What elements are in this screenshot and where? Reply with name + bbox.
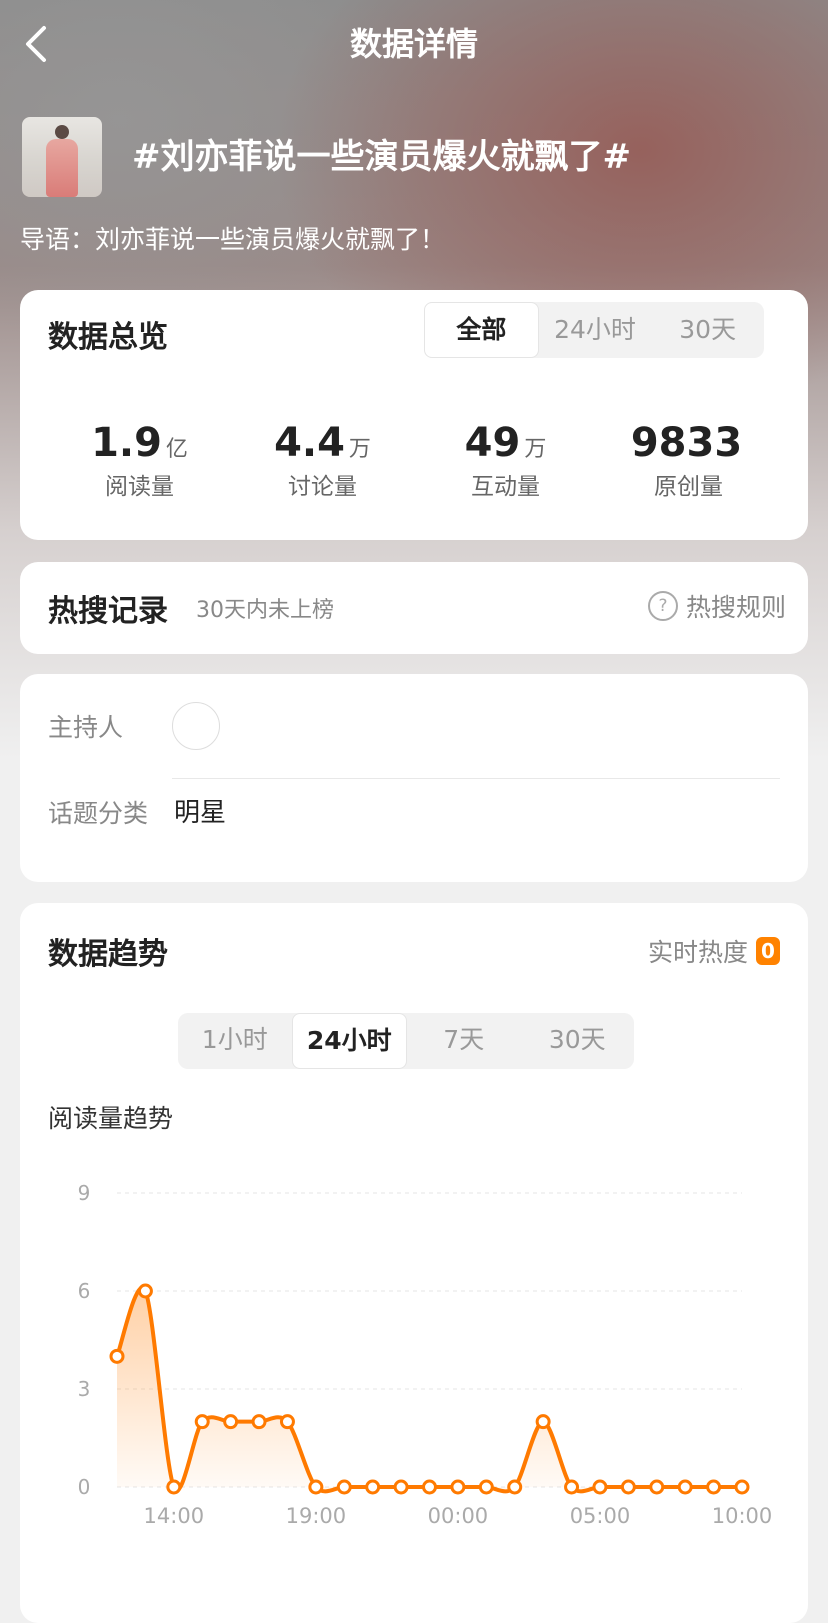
y-tick-label: 9	[78, 1181, 91, 1205]
data-overview-card: 数据总览 全部 24小时 30天 1.9 亿 阅读量 4.4 万 讨论量 49 万 互…	[20, 290, 808, 540]
x-tick-label: 14:00	[144, 1504, 205, 1528]
y-tick-label: 6	[78, 1279, 91, 1303]
tab-7d[interactable]: 7天	[407, 1013, 521, 1069]
data-point	[166, 1479, 182, 1495]
hot-search-card: 热搜记录 30天内未上榜 ? 热搜规则	[20, 562, 808, 654]
topic-thumbnail[interactable]	[22, 117, 102, 197]
data-point	[649, 1479, 665, 1495]
tab-24h[interactable]: 24小时	[291, 1013, 407, 1069]
data-point	[734, 1479, 750, 1495]
page-title: 数据详情	[349, 25, 478, 63]
data-point	[450, 1479, 466, 1495]
data-point	[706, 1479, 722, 1495]
question-circle-icon: ?	[647, 591, 678, 621]
stat-unit: 亿	[165, 437, 188, 462]
data-point	[620, 1479, 636, 1495]
chart-title: 阅读量趋势	[48, 1104, 174, 1133]
category-label: 话题分类	[48, 799, 149, 828]
data-trend-card: 数据趋势 实时热度 0 1小时 24小时 7天 30天 阅读量趋势 0 3 6 9 14…	[20, 903, 808, 1623]
topic-title: #刘亦菲说一些演员爆火就飘了#	[132, 137, 631, 177]
topic-header: #刘亦菲说一些演员爆火就飘了#	[22, 117, 812, 197]
x-tick-label: 10:00	[712, 1504, 773, 1528]
data-point	[592, 1479, 608, 1495]
data-point	[336, 1479, 352, 1495]
hot-search-title: 热搜记录	[48, 594, 168, 629]
thumbnail-figure-head	[55, 125, 69, 139]
read-trend-chart: 0 3 6 9 14:00 19:00 00:00 05:00 10:00	[78, 1181, 773, 1528]
y-tick-label: 0	[78, 1475, 91, 1499]
overview-range-tabs: 全部 24小时 30天	[424, 302, 764, 358]
trend-range-tabs: 1小时 24小时 7天 30天	[178, 1013, 634, 1069]
data-point	[422, 1479, 437, 1495]
heat-value-badge: 0	[756, 937, 780, 965]
x-tick-label: 00:00	[428, 1504, 489, 1528]
overview-title: 数据总览	[48, 320, 168, 355]
tab-30d[interactable]: 30天	[651, 302, 764, 358]
hot-search-rules-link[interactable]: ? 热搜规则	[647, 588, 786, 624]
data-point	[223, 1414, 239, 1430]
stat-discussions: 4.4 万 讨论量	[231, 420, 414, 510]
heat-label: 实时热度	[647, 938, 748, 967]
data-point	[308, 1479, 324, 1495]
stat-value: 9833	[630, 420, 743, 466]
data-point	[564, 1479, 580, 1495]
stat-unit: 万	[348, 437, 371, 462]
hot-search-status: 30天内未上榜	[196, 598, 334, 623]
y-tick-label: 3	[78, 1377, 91, 1401]
topic-info-card: 主持人 话题分类 明星	[20, 674, 808, 882]
stat-original: 9833 原创量	[597, 420, 780, 510]
data-point	[109, 1348, 125, 1364]
data-point	[251, 1414, 267, 1430]
stat-label: 阅读量	[105, 474, 174, 500]
data-point	[365, 1479, 381, 1495]
host-label: 主持人	[48, 713, 124, 742]
stat-value: 49	[464, 420, 521, 466]
hot-search-rules-label: 热搜规则	[685, 593, 786, 622]
data-point	[279, 1414, 295, 1430]
category-value: 明星	[174, 798, 227, 828]
thumbnail-figure-dress	[46, 139, 78, 197]
trend-title: 数据趋势	[48, 937, 168, 972]
stat-value: 4.4	[274, 420, 345, 466]
stat-unit: 万	[524, 437, 547, 462]
overview-stats: 1.9 亿 阅读量 4.4 万 讨论量 49 万 互动量 9833 原创量	[48, 420, 780, 510]
tab-all[interactable]: 全部	[424, 302, 539, 358]
data-point	[137, 1283, 153, 1299]
data-point	[677, 1479, 693, 1495]
stat-reads: 1.9 亿 阅读量	[48, 420, 231, 510]
stat-label: 原创量	[654, 474, 723, 500]
stat-value: 1.9	[91, 420, 162, 466]
top-navigation-bar: 数据详情	[0, 0, 828, 88]
data-point	[478, 1479, 494, 1495]
x-tick-label: 05:00	[570, 1504, 631, 1528]
stat-label: 讨论量	[288, 474, 357, 500]
data-point	[194, 1414, 210, 1430]
topic-intro: 导语：刘亦菲说一些演员爆火就飘了！	[20, 225, 446, 254]
data-point	[535, 1414, 551, 1430]
stat-label: 互动量	[471, 474, 540, 500]
stat-interactions: 49 万 互动量	[414, 420, 597, 510]
divider	[172, 778, 780, 779]
tab-30d[interactable]: 30天	[521, 1013, 635, 1069]
data-point	[393, 1479, 409, 1495]
host-avatar[interactable]	[172, 702, 220, 750]
tab-1h[interactable]: 1小时	[178, 1013, 292, 1069]
tab-24h[interactable]: 24小时	[539, 302, 652, 358]
series-area	[117, 1287, 742, 1492]
data-point	[507, 1479, 523, 1495]
x-tick-label: 19:00	[286, 1504, 347, 1528]
realtime-heat: 实时热度 0	[648, 933, 780, 969]
